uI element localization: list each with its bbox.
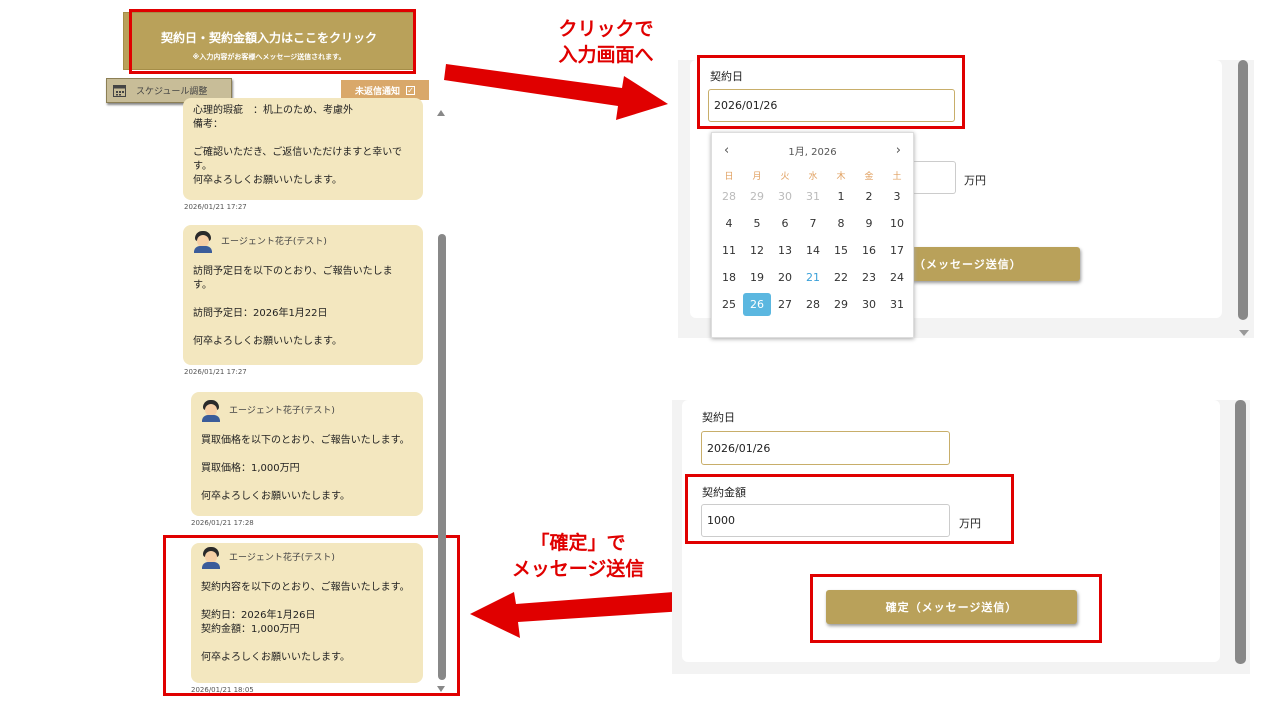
chat-message-text: 訪問予定日を以下のとおり、ご報告いたしま す。 訪問予定日：2026年1月22日…: [193, 266, 393, 347]
confirm-callout-line2: メッセージ送信: [511, 558, 645, 580]
calendar-day[interactable]: 6: [771, 210, 799, 237]
chat-message: エージェント花子(テスト) 訪問予定日を以下のとおり、ご報告いたしま す。 訪問…: [183, 225, 423, 365]
unit-label: 万円: [964, 174, 986, 187]
form-scrollbar-bottom[interactable]: [1235, 400, 1246, 664]
calendar-day[interactable]: 30: [771, 183, 799, 210]
weekday-header: 日: [724, 171, 734, 182]
calendar-day[interactable]: 31: [799, 183, 827, 210]
checkbox-icon: ✓: [406, 85, 415, 95]
weekday-header: 土: [892, 171, 902, 182]
prev-month-chevron-icon[interactable]: ‹: [724, 143, 729, 158]
avatar: [201, 400, 221, 422]
calendar-day[interactable]: 15: [827, 237, 855, 264]
highlight-confirm-button: [810, 574, 1102, 643]
message-sender: エージェント花子(テスト): [193, 231, 413, 253]
chat-message-text: 買取価格を以下のとおり、ご報告いたします。 買取価格：1,000万円 何卒よろし…: [201, 435, 410, 502]
calendar-day[interactable]: 30: [855, 291, 883, 318]
click-callout-line2: 入力画面へ: [558, 44, 654, 66]
calendar-day[interactable]: 3: [883, 183, 911, 210]
sender-name: エージェント花子(テスト): [221, 237, 327, 247]
contract-date-label: 契約日: [702, 411, 735, 424]
next-month-chevron-icon[interactable]: ›: [896, 143, 901, 158]
calendar-day[interactable]: 8: [827, 210, 855, 237]
click-callout: クリックで 入力画面へ: [536, 16, 676, 68]
message-timestamp: 2026/01/21 17:27: [184, 203, 247, 211]
chat-message: 心理的瑕疵 ：机上のため、考慮外 備考： ご確認いただき、ご返信いただけますと幸…: [183, 98, 423, 200]
scroll-down-arrow[interactable]: [437, 686, 445, 692]
chat-message: エージェント花子(テスト) 買取価格を以下のとおり、ご報告いたします。 買取価格…: [191, 392, 423, 516]
chat-message-text: 心理的瑕疵 ：机上のため、考慮外 備考： ご確認いただき、ご返信いただけますと幸…: [193, 105, 402, 186]
confirm-callout: 「確定」で メッセージ送信: [488, 530, 668, 582]
calendar-day[interactable]: 22: [827, 264, 855, 291]
calendar-day[interactable]: 25: [715, 291, 743, 318]
calendar-day[interactable]: 27: [771, 291, 799, 318]
weekday-header: 月: [752, 171, 762, 182]
calendar-day[interactable]: 18: [715, 264, 743, 291]
calendar-day[interactable]: 2: [855, 183, 883, 210]
submit-button-partial-label: （メッセージ送信）: [914, 258, 1022, 271]
calendar-day[interactable]: 13: [771, 237, 799, 264]
calendar-day[interactable]: 11: [715, 237, 743, 264]
highlight-contract-date: [697, 55, 965, 129]
calendar-day[interactable]: 4: [715, 210, 743, 237]
unread-notice-button[interactable]: 未返信通知 ✓: [341, 80, 429, 100]
calendar-day[interactable]: 21: [799, 264, 827, 291]
highlight-contract-button: [129, 9, 416, 74]
calendar-day[interactable]: 17: [883, 237, 911, 264]
calendar-day[interactable]: 29: [743, 183, 771, 210]
calendar-day[interactable]: 28: [799, 291, 827, 318]
arrow-left-icon: [470, 590, 700, 638]
calendar-icon: [113, 85, 126, 97]
contract-date-input[interactable]: 2026/01/26: [701, 431, 950, 465]
weekday-header: 火: [780, 171, 790, 182]
submit-button-partial[interactable]: （メッセージ送信）: [900, 247, 1080, 281]
calendar-day[interactable]: 31: [883, 291, 911, 318]
calendar-day[interactable]: 28: [715, 183, 743, 210]
schedule-button-label: スケジュール調整: [136, 87, 208, 97]
calendar-day[interactable]: 19: [743, 264, 771, 291]
message-timestamp: 2026/01/21 17:28: [191, 519, 254, 527]
message-timestamp: 2026/01/21 17:27: [184, 368, 247, 376]
calendar-day[interactable]: 5: [743, 210, 771, 237]
calendar-grid: 日月火水木金土 28 29 30 31 1 2 3 4 5 6 7 8 9 10 11 12 13 14 15 16 17…: [715, 167, 913, 318]
calendar-month-label: 1月, 2026: [788, 146, 837, 158]
calendar-day[interactable]: 10: [883, 210, 911, 237]
calendar-day[interactable]: 9: [855, 210, 883, 237]
form-scrollbar-top[interactable]: [1238, 60, 1248, 320]
calendar-day[interactable]: 1: [827, 183, 855, 210]
date-picker[interactable]: ‹ 1月, 2026 › 日月火水木金土 28 29 30 31 1 2 3 4 5 6 7 8 9 10 1…: [711, 132, 914, 338]
message-sender: エージェント花子(テスト): [201, 400, 413, 422]
scroll-down-arrow[interactable]: [1239, 330, 1249, 336]
calendar-day[interactable]: 14: [799, 237, 827, 264]
weekday-header: 水: [808, 171, 818, 182]
calendar-day[interactable]: 24: [883, 264, 911, 291]
calendar-day[interactable]: 7: [799, 210, 827, 237]
calendar-day[interactable]: 26: [743, 293, 771, 316]
weekday-header: 木: [836, 171, 846, 182]
unread-notice-label: 未返信通知: [354, 86, 400, 97]
calendar-day[interactable]: 23: [855, 264, 883, 291]
sender-name: エージェント花子(テスト): [229, 406, 335, 416]
highlight-contract-amount: [685, 474, 1014, 544]
confirm-callout-line1: 「確定」で: [530, 532, 626, 554]
calendar-day[interactable]: 29: [827, 291, 855, 318]
calendar-day[interactable]: 16: [855, 237, 883, 264]
calendar-day[interactable]: 12: [743, 237, 771, 264]
click-callout-line1: クリックで: [558, 18, 654, 40]
calendar-day[interactable]: 20: [771, 264, 799, 291]
chat-scrollbar[interactable]: [438, 234, 446, 680]
highlight-contract-message: [163, 535, 460, 696]
weekday-header: 金: [864, 171, 874, 182]
avatar: [193, 231, 213, 253]
